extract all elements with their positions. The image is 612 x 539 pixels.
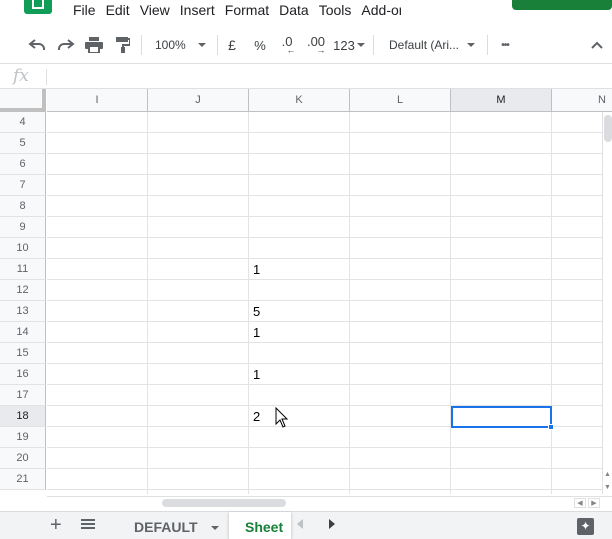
row-header-selected[interactable]: 18 — [0, 406, 46, 427]
select-all-corner[interactable] — [0, 89, 46, 112]
font-select[interactable]: Default (Ari... — [382, 34, 482, 56]
menu-file[interactable]: File — [73, 0, 103, 20]
arrow-right-icon: → — [316, 45, 326, 55]
row-header[interactable]: 8 — [0, 196, 46, 217]
menu-insert[interactable]: Insert — [180, 0, 222, 20]
explore-icon[interactable]: ✦ — [577, 518, 594, 535]
redo-icon[interactable] — [55, 34, 77, 56]
font-value: Default (Ari... — [389, 38, 460, 52]
menu-tools[interactable]: Tools — [319, 0, 359, 20]
cell-k18[interactable]: 2 — [253, 406, 260, 427]
row-header[interactable]: 20 — [0, 448, 46, 469]
fill-handle[interactable] — [548, 424, 554, 430]
percent-button[interactable]: % — [252, 34, 268, 56]
arrow-left-icon: ← — [286, 45, 296, 55]
collapse-menu-icon[interactable] — [588, 34, 606, 56]
vertical-scrollbar[interactable] — [602, 112, 612, 494]
cell-k13[interactable]: 5 — [253, 301, 260, 322]
add-sheet-icon[interactable]: + — [50, 515, 62, 535]
scroll-down-icon[interactable]: ▼ — [603, 483, 612, 493]
column-header-j[interactable]: J — [148, 89, 249, 112]
row-header[interactable]: 15 — [0, 343, 46, 364]
toolbar-divider — [373, 35, 374, 55]
paint-format-icon[interactable] — [112, 34, 134, 56]
row-header[interactable]: 16 — [0, 364, 46, 385]
vertical-scroll-thumb[interactable] — [604, 115, 612, 142]
fx-icon: fx — [13, 66, 29, 86]
menu-view[interactable]: View — [140, 0, 177, 20]
all-sheets-icon[interactable] — [81, 518, 95, 534]
toolbar-divider — [487, 35, 488, 55]
sheet-tab-active[interactable]: Sheet — [229, 512, 291, 539]
menu-addons[interactable]: Add-ons — [361, 0, 401, 20]
column-header-k[interactable]: K — [249, 89, 350, 112]
zoom-value: 100% — [155, 38, 186, 52]
formula-bar: fx — [0, 65, 612, 89]
row-header[interactable]: 7 — [0, 175, 46, 196]
sheets-logo-icon[interactable] — [24, 0, 52, 14]
more-formats-label: 123 — [333, 37, 355, 53]
sheet-tab-label: Sheet — [245, 519, 284, 535]
more-formats-button[interactable]: 123 — [332, 34, 366, 56]
column-header-m[interactable]: M — [451, 89, 552, 112]
cell-k16[interactable]: 1 — [253, 364, 260, 385]
toolbar: 100% £ % .0 ← .00 → 123 Default (Ari... … — [0, 24, 612, 64]
column-header-l[interactable]: L — [350, 89, 451, 112]
row-header[interactable]: 13 — [0, 301, 46, 322]
horizontal-scrollbar[interactable] — [47, 496, 612, 510]
row-header[interactable]: 4 — [0, 112, 46, 133]
chevron-down-icon — [356, 43, 365, 47]
sheet-tab-label: DEFAULT — [134, 519, 198, 535]
menu-items: File Edit View Insert Format Data Tools … — [73, 0, 404, 20]
menu-bar: File Edit View Insert Format Data Tools … — [0, 0, 612, 22]
sheet-tab-bar: + DEFAULT Sheet — [0, 511, 612, 539]
row-header[interactable]: 14 — [0, 322, 46, 343]
chevron-down-icon — [467, 43, 476, 47]
row-header[interactable]: 5 — [0, 133, 46, 154]
mouse-cursor-icon — [275, 407, 289, 428]
sheet-tab-default[interactable]: DEFAULT — [118, 512, 226, 539]
column-header-n[interactable]: N — [552, 89, 612, 112]
cell-k14[interactable]: 1 — [253, 322, 260, 343]
more-icon[interactable]: ••• — [494, 34, 516, 56]
scroll-left-icon[interactable]: ◀ — [574, 498, 586, 508]
undo-icon[interactable] — [26, 34, 48, 56]
horizontal-scroll-thumb[interactable] — [162, 499, 286, 507]
cell-grid[interactable] — [47, 112, 612, 494]
row-header[interactable]: 10 — [0, 238, 46, 259]
scroll-right-icon[interactable]: ▶ — [588, 498, 600, 508]
formula-input[interactable] — [50, 67, 605, 87]
row-header[interactable]: 11 — [0, 259, 46, 280]
row-header[interactable]: 21 — [0, 469, 46, 490]
zoom-select[interactable]: 100% — [150, 34, 210, 56]
scroll-tabs-left-icon[interactable] — [297, 519, 303, 529]
share-button[interactable] — [512, 0, 612, 10]
menu-edit[interactable]: Edit — [106, 0, 137, 20]
chevron-down-icon[interactable] — [211, 526, 220, 531]
currency-button[interactable]: £ — [224, 34, 240, 56]
chevron-down-icon — [197, 43, 206, 47]
selected-cell-m18[interactable] — [451, 406, 552, 428]
decrease-decimals-button[interactable]: .0 ← — [276, 34, 298, 56]
row-header[interactable]: 19 — [0, 427, 46, 448]
increase-decimals-button[interactable]: .00 → — [304, 34, 328, 56]
toolbar-divider — [217, 35, 218, 55]
row-header[interactable]: 12 — [0, 280, 46, 301]
menu-data[interactable]: Data — [279, 0, 316, 20]
toolbar-divider — [141, 35, 142, 55]
row-header[interactable]: 17 — [0, 385, 46, 406]
formula-bar-divider — [46, 69, 47, 85]
column-header-i[interactable]: I — [47, 89, 148, 112]
scroll-tabs-right-icon[interactable] — [329, 519, 335, 529]
scroll-up-icon[interactable]: ▲ — [603, 470, 612, 480]
row-header[interactable]: 9 — [0, 217, 46, 238]
menu-format[interactable]: Format — [225, 0, 276, 20]
print-icon[interactable] — [83, 34, 105, 56]
cell-k11[interactable]: 1 — [253, 259, 260, 280]
row-header[interactable]: 6 — [0, 154, 46, 175]
